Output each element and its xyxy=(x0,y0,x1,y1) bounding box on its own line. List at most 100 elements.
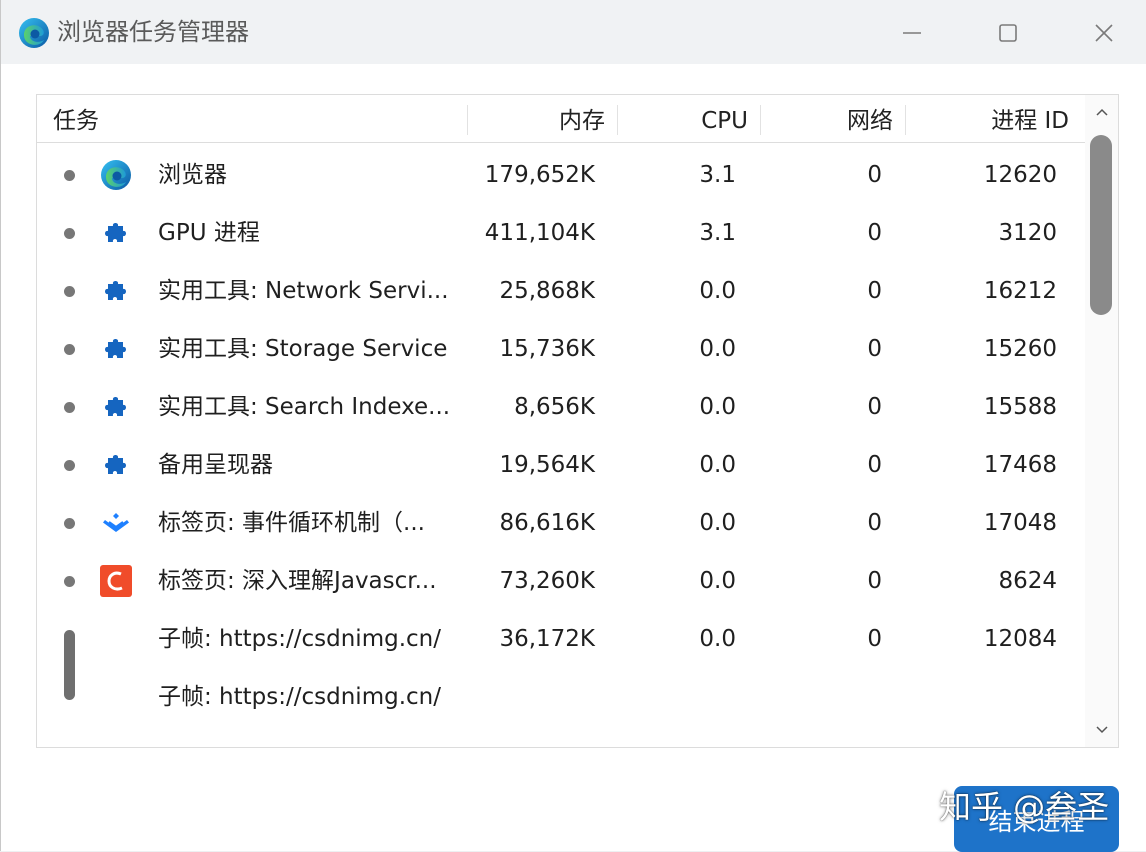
minimize-button[interactable] xyxy=(889,10,935,56)
task-name: 子帧: https://csdnimg.cn/ xyxy=(158,684,441,710)
memory-value: 411,104K xyxy=(484,220,595,246)
maximize-button[interactable] xyxy=(985,10,1031,56)
memory-value: 73,260K xyxy=(499,568,595,594)
cpu-value xyxy=(617,667,736,725)
network-value: 0 xyxy=(867,220,882,246)
cpu-value: 0.0 xyxy=(699,452,736,478)
end-process-button[interactable]: 结束进程 xyxy=(954,786,1119,852)
task-name: 实用工具: Network Servi... xyxy=(158,278,449,304)
table-row[interactable]: 子帧: https://csdnimg.cn/ 36,172K 0.0 0 12… xyxy=(37,609,1085,667)
network-value: 0 xyxy=(867,626,882,652)
scroll-up-button[interactable] xyxy=(1092,103,1112,123)
cpu-value: 0.0 xyxy=(699,626,736,652)
column-header-task[interactable]: 任务 xyxy=(37,95,467,143)
cpu-value: 0.0 xyxy=(699,510,736,536)
task-name: 备用呈现器 xyxy=(158,452,273,478)
pid-value: 15588 xyxy=(983,394,1057,420)
pid-value: 17048 xyxy=(983,510,1057,536)
row-dot xyxy=(64,576,75,587)
pid-value: 16212 xyxy=(983,278,1057,304)
network-value: 0 xyxy=(867,336,882,362)
task-name: GPU 进程 xyxy=(158,220,260,246)
cpu-value: 0.0 xyxy=(699,394,736,420)
network-value: 0 xyxy=(867,510,882,536)
scroll-down-button[interactable] xyxy=(1092,719,1112,739)
table-row[interactable]: 标签页: 事件循环机制（... 86,616K 0.0 0 17048 xyxy=(37,493,1085,551)
table-row[interactable]: 实用工具: Network Servi... 25,868K 0.0 0 162… xyxy=(37,261,1085,319)
memory-value: 8,656K xyxy=(514,394,595,420)
pid-value: 15260 xyxy=(983,336,1057,362)
process-table[interactable]: 任务 内存 CPU 网络 进程 ID 浏览器 179,652K 3.1 0 12… xyxy=(36,94,1119,748)
cpu-value: 0.0 xyxy=(699,278,736,304)
column-header-pid[interactable]: 进程 ID xyxy=(905,95,1081,143)
chevron-down-icon xyxy=(1096,726,1108,734)
table-row[interactable]: 实用工具: Storage Service 15,736K 0.0 0 1526… xyxy=(37,319,1085,377)
close-icon xyxy=(1095,24,1113,42)
vertical-scrollbar[interactable] xyxy=(1085,95,1118,747)
scroll-thumb[interactable] xyxy=(1090,135,1112,315)
task-name: 实用工具: Search Indexe... xyxy=(158,394,451,420)
network-value: 0 xyxy=(867,452,882,478)
memory-value: 25,868K xyxy=(499,278,595,304)
table-row[interactable]: 备用呈现器 19,564K 0.0 0 17468 xyxy=(37,435,1085,493)
row-dot xyxy=(64,170,75,181)
network-value: 0 xyxy=(867,278,882,304)
table-header: 任务 内存 CPU 网络 进程 ID xyxy=(37,95,1085,143)
puzzle-icon xyxy=(105,339,126,358)
puzzle-icon xyxy=(105,281,126,300)
pid-value xyxy=(905,667,1057,725)
pid-value: 17468 xyxy=(983,452,1057,478)
minimize-icon xyxy=(903,32,921,34)
window-title: 浏览器任务管理器 xyxy=(57,18,249,46)
row-dot xyxy=(64,228,75,239)
table-row[interactable]: 实用工具: Search Indexe... 8,656K 0.0 0 1558… xyxy=(37,377,1085,435)
pid-value: 8624 xyxy=(998,568,1057,594)
cpu-value: 3.1 xyxy=(699,220,736,246)
table-row[interactable]: 子帧: https://csdnimg.cn/ xyxy=(37,667,1085,725)
maximize-icon xyxy=(999,24,1017,42)
row-dot xyxy=(64,518,75,529)
memory-value xyxy=(467,667,595,725)
column-header-memory[interactable]: 内存 xyxy=(467,95,617,143)
row-dot xyxy=(64,344,75,355)
memory-value: 179,652K xyxy=(484,162,595,188)
task-name: 标签页: 事件循环机制（... xyxy=(158,510,425,536)
network-value: 0 xyxy=(867,568,882,594)
task-name: 浏览器 xyxy=(158,162,227,188)
table-row[interactable]: 标签页: 深入理解Javascr... 73,260K 0.0 0 8624 xyxy=(37,551,1085,609)
pid-value: 12620 xyxy=(983,162,1057,188)
puzzle-icon xyxy=(105,455,126,474)
juejin-icon xyxy=(103,513,129,532)
chevron-up-icon xyxy=(1096,108,1108,116)
task-name: 子帧: https://csdnimg.cn/ xyxy=(158,626,441,652)
edge-browser-icon xyxy=(19,18,49,48)
cpu-value: 0.0 xyxy=(699,568,736,594)
column-header-cpu[interactable]: CPU xyxy=(617,95,760,143)
row-dot xyxy=(64,286,75,297)
memory-value: 15,736K xyxy=(499,336,595,362)
network-value: 0 xyxy=(867,394,882,420)
memory-value: 36,172K xyxy=(499,626,595,652)
title-bar[interactable]: 浏览器任务管理器 xyxy=(1,0,1146,64)
table-row[interactable]: 浏览器 179,652K 3.1 0 12620 xyxy=(37,145,1085,203)
row-dot xyxy=(64,402,75,413)
task-name: 标签页: 深入理解Javascr... xyxy=(158,568,437,594)
row-dot xyxy=(64,460,75,471)
pid-value: 12084 xyxy=(983,626,1057,652)
puzzle-icon xyxy=(105,223,126,242)
cpu-value: 3.1 xyxy=(699,162,736,188)
task-name: 实用工具: Storage Service xyxy=(158,336,448,362)
network-value xyxy=(760,667,882,725)
memory-value: 86,616K xyxy=(499,510,595,536)
edge-browser-icon xyxy=(101,160,131,190)
csdn-icon xyxy=(100,565,132,597)
close-button[interactable] xyxy=(1081,10,1127,56)
memory-value: 19,564K xyxy=(499,452,595,478)
column-header-network[interactable]: 网络 xyxy=(760,95,905,143)
network-value: 0 xyxy=(867,162,882,188)
task-manager-window: 浏览器任务管理器 任务 内存 CPU 网络 进程 ID 浏览器 179,652K… xyxy=(0,0,1146,852)
cpu-value: 0.0 xyxy=(699,336,736,362)
table-row[interactable]: GPU 进程 411,104K 3.1 0 3120 xyxy=(37,203,1085,261)
puzzle-icon xyxy=(105,397,126,416)
pid-value: 3120 xyxy=(998,220,1057,246)
